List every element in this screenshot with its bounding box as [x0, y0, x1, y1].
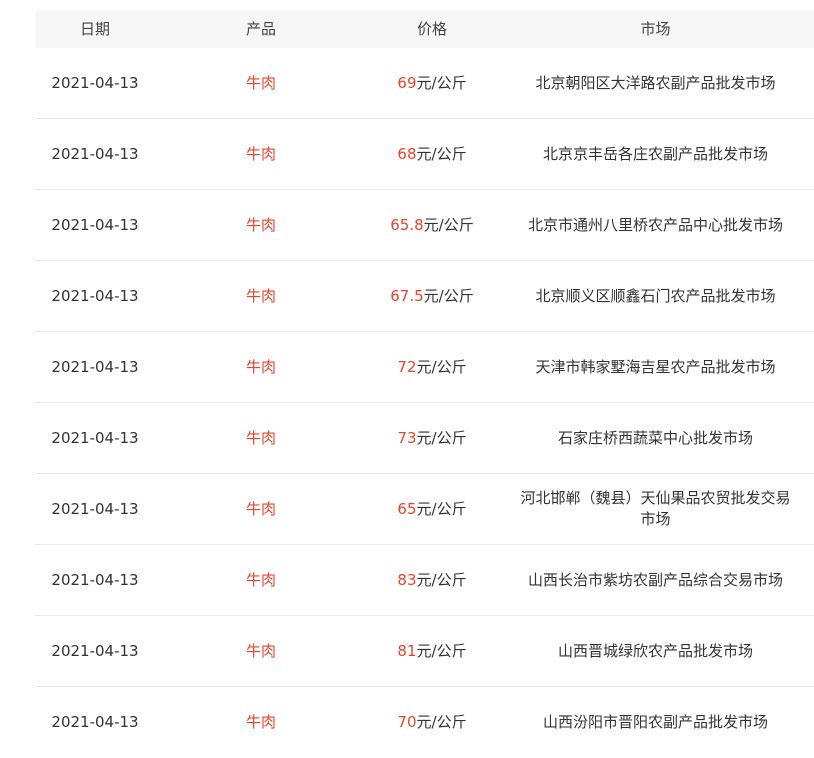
- row-market: 石家庄桥西蔬菜中心批发市场: [557, 428, 753, 447]
- table-row: 2021-04-13 牛肉 72元/公斤 天津市韩家墅海吉星农产品批发市场: [35, 332, 814, 403]
- price-unit: 元/公斤: [416, 570, 467, 589]
- price-unit: 元/公斤: [416, 713, 467, 731]
- row-price: 81元/公斤: [367, 641, 497, 662]
- row-product: 牛肉: [245, 286, 276, 305]
- row-date: 2021-04-13: [51, 499, 139, 518]
- row-date: 2021-04-13: [51, 215, 139, 234]
- price-unit: 元/公斤: [416, 428, 467, 447]
- table-row: 2021-04-13 牛肉 65.8元/公斤 北京市通州八里桥农产品中心批发市场: [35, 190, 814, 261]
- table-row: 2021-04-13 牛肉 67.5元/公斤 北京顺义区顺鑫石门农产品批发市场: [35, 261, 814, 332]
- row-price: 70元/公斤: [367, 712, 497, 733]
- price-value: 69: [397, 73, 417, 92]
- table-row: 2021-04-13 牛肉 65元/公斤 河北邯郸（魏县）天仙果品农贸批发交易市…: [35, 474, 814, 545]
- row-date: 2021-04-13: [51, 570, 139, 589]
- row-market: 北京朝阳区大洋路农副产品批发市场: [535, 73, 776, 92]
- row-market: 山西晋城绿欣农产品批发市场: [557, 641, 753, 660]
- row-price: 65.8元/公斤: [367, 215, 497, 236]
- price-value: 70: [397, 713, 417, 731]
- price-value: 65.8: [390, 215, 424, 234]
- row-market: 河北邯郸（魏县）天仙果品农贸批发交易市场: [520, 489, 791, 528]
- row-date: 2021-04-13: [51, 641, 139, 660]
- row-product: 牛肉: [245, 641, 276, 660]
- price-unit: 元/公斤: [416, 73, 467, 92]
- row-product: 牛肉: [245, 215, 276, 234]
- table-row: 2021-04-13 牛肉 68元/公斤 北京京丰岳各庄农副产品批发市场: [35, 119, 814, 190]
- row-market: 北京京丰岳各庄农副产品批发市场: [542, 144, 768, 163]
- row-price: 65元/公斤: [367, 499, 497, 520]
- row-date: 2021-04-13: [51, 73, 139, 92]
- price-value: 68: [397, 144, 417, 163]
- row-date: 2021-04-13: [51, 713, 139, 731]
- row-market: 北京市通州八里桥农产品中心批发市场: [527, 215, 783, 234]
- row-product: 牛肉: [245, 713, 276, 731]
- price-unit: 元/公斤: [416, 357, 467, 376]
- price-unit: 元/公斤: [423, 215, 474, 234]
- row-price: 83元/公斤: [367, 570, 497, 591]
- row-product: 牛肉: [245, 428, 276, 447]
- header-price: 价格: [416, 19, 447, 38]
- price-unit: 元/公斤: [416, 641, 467, 660]
- price-value: 83: [397, 570, 417, 589]
- row-product: 牛肉: [245, 499, 276, 518]
- table-row: 2021-04-13 牛肉 81元/公斤 山西晋城绿欣农产品批发市场: [35, 616, 814, 687]
- table-row: 2021-04-13 牛肉 69元/公斤 北京朝阳区大洋路农副产品批发市场: [35, 48, 814, 119]
- price-value: 81: [397, 641, 417, 660]
- row-market: 天津市韩家墅海吉星农产品批发市场: [535, 357, 776, 376]
- row-date: 2021-04-13: [51, 357, 139, 376]
- price-unit: 元/公斤: [423, 286, 474, 305]
- header-market: 市场: [640, 19, 671, 38]
- header-product: 产品: [245, 19, 276, 38]
- header-date: 日期: [79, 19, 110, 38]
- row-date: 2021-04-13: [51, 428, 139, 447]
- row-product: 牛肉: [245, 570, 276, 589]
- row-market: 山西长治市紫坊农副产品综合交易市场: [527, 570, 783, 589]
- price-value: 67.5: [390, 286, 424, 305]
- table-header: 日期 产品 价格 市场: [35, 10, 814, 48]
- price-value: 65: [397, 499, 417, 518]
- row-market: 北京顺义区顺鑫石门农产品批发市场: [535, 286, 776, 305]
- row-date: 2021-04-13: [51, 286, 139, 305]
- row-product: 牛肉: [245, 144, 276, 163]
- price-value: 72: [397, 357, 417, 376]
- row-product: 牛肉: [245, 73, 276, 92]
- price-table: 日期 产品 价格 市场 2021-04-13 牛肉 69元/公斤 北京朝阳区大洋…: [35, 10, 814, 758]
- row-product: 牛肉: [245, 357, 276, 376]
- row-price: 69元/公斤: [367, 73, 497, 94]
- table-row: 2021-04-13 牛肉 73元/公斤 石家庄桥西蔬菜中心批发市场: [35, 403, 814, 474]
- price-unit: 元/公斤: [416, 144, 467, 163]
- row-price: 67.5元/公斤: [367, 286, 497, 307]
- row-price: 72元/公斤: [367, 357, 497, 378]
- table-row: 2021-04-13 牛肉 83元/公斤 山西长治市紫坊农副产品综合交易市场: [35, 545, 814, 616]
- row-date: 2021-04-13: [51, 144, 139, 163]
- table-row: 2021-04-13 牛肉 70元/公斤 山西汾阳市晋阳农副产品批发市场: [35, 687, 814, 758]
- row-price: 73元/公斤: [367, 428, 497, 449]
- price-unit: 元/公斤: [416, 499, 467, 518]
- price-value: 73: [397, 428, 417, 447]
- row-market: 山西汾阳市晋阳农副产品批发市场: [542, 713, 768, 731]
- row-price: 68元/公斤: [367, 144, 497, 165]
